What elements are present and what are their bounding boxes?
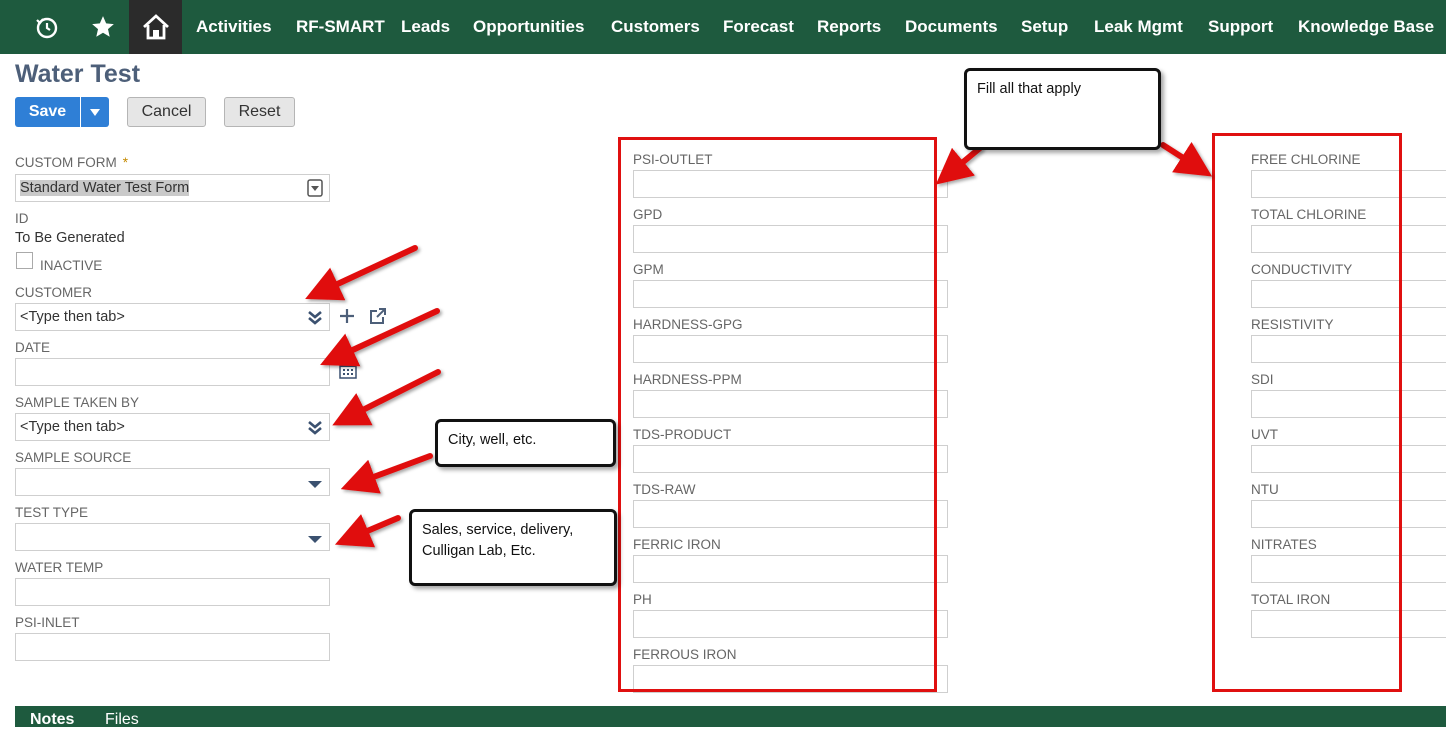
arrow-date (320, 308, 440, 367)
callout-test-type-line1: Sales, service, delivery, (422, 522, 574, 538)
arrow-fill-right (1160, 141, 1213, 177)
arrow-fill-middle (935, 145, 983, 185)
callout-fill-all: Fill all that apply (964, 68, 1161, 150)
arrow-customer (305, 245, 418, 301)
subtab-bar: Notes Files (15, 706, 1446, 729)
callout-sample-source: City, well, etc. (435, 419, 616, 467)
callout-test-type: Sales, service, delivery, Culligan Lab, … (409, 509, 617, 586)
callout-test-type-line2: Culligan Lab, Etc. (422, 543, 536, 560)
tab-files[interactable]: Files (105, 711, 139, 729)
annotation-arrows (305, 141, 1213, 548)
arrow-sample-source (340, 453, 433, 494)
arrow-test-type (334, 514, 401, 548)
arrow-sample-taken-by (332, 369, 441, 426)
tab-notes[interactable]: Notes (30, 711, 74, 729)
